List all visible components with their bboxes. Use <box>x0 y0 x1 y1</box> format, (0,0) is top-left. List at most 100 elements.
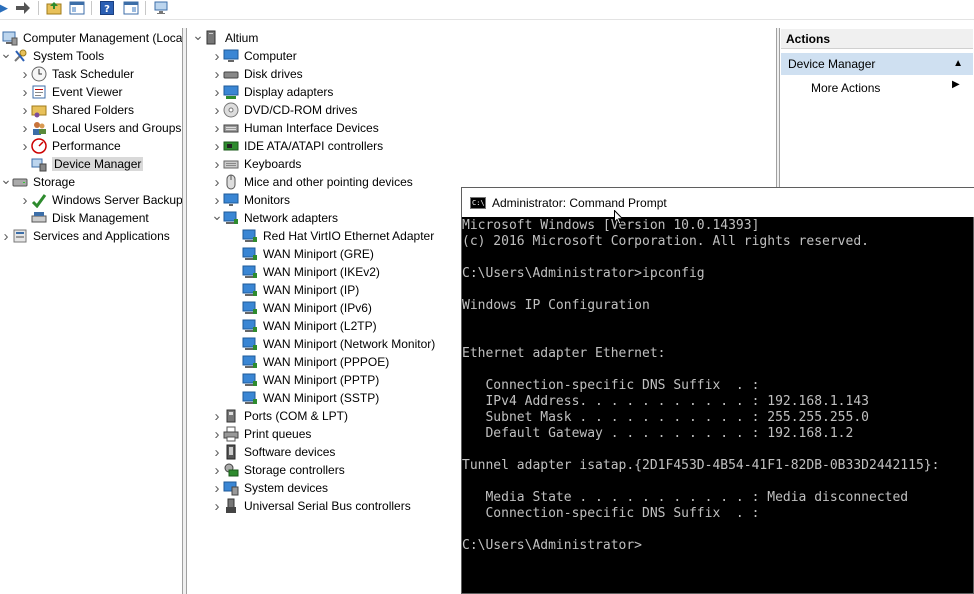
console-tree-item[interactable]: › Shared Folders <box>19 101 135 119</box>
device-category[interactable]: › Human Interface Devices <box>211 119 379 137</box>
more-actions-link[interactable]: More Actions <box>811 79 880 97</box>
device-category[interactable]: › Print queues <box>211 425 312 443</box>
cmd-output[interactable]: Microsoft Windows [Version 10.0.14393] (c… <box>462 217 974 594</box>
tree-item-label: DVD/CD-ROM drives <box>244 103 358 117</box>
network-adapter-icon <box>242 282 258 298</box>
console-tree-item[interactable]: › Services and Applications <box>0 227 170 245</box>
printer-icon <box>223 426 239 442</box>
device-category[interactable]: › IDE ATA/ATAPI controllers <box>211 137 384 155</box>
console-tree-item[interactable]: › Performance <box>19 137 121 155</box>
console-tree-item[interactable]: › Event Viewer <box>19 83 123 101</box>
console-tree-item[interactable]: › Local Users and Groups <box>19 119 182 137</box>
mouse-cursor-icon <box>614 210 624 225</box>
console-tree-item[interactable]: Disk Management <box>19 209 149 227</box>
svg-text:?: ? <box>104 4 110 15</box>
network-adapter-item[interactable]: WAN Miniport (Network Monitor) <box>230 335 435 353</box>
cmd-title-bar[interactable]: C:\ Administrator: Command Prompt <box>462 188 974 217</box>
network-adapter-item[interactable]: WAN Miniport (SSTP) <box>230 389 379 407</box>
tree-item-label: Storage <box>33 175 76 189</box>
device-tree-root[interactable]: ⌄ Altium <box>192 28 258 47</box>
device-category[interactable]: › Keyboards <box>211 155 302 173</box>
device-category[interactable]: › Storage controllers <box>211 461 345 479</box>
expand-chevron-right-icon[interactable]: › <box>211 102 223 119</box>
expand-chevron-right-icon[interactable]: › <box>211 444 223 461</box>
expand-chevron-right-icon[interactable]: › <box>19 102 31 119</box>
console-tree-item[interactable]: ⌄ System Tools <box>0 45 104 65</box>
device-category[interactable]: › Computer <box>211 47 297 65</box>
expand-chevron-right-icon[interactable]: › <box>211 498 223 515</box>
expand-chevron-right-icon[interactable]: › <box>211 462 223 479</box>
device-category[interactable]: › Mice and other pointing devices <box>211 173 413 191</box>
network-adapter-item[interactable]: WAN Miniport (L2TP) <box>230 317 377 335</box>
console-tree-item[interactable]: › Task Scheduler <box>19 65 135 83</box>
expand-chevron-right-icon[interactable]: › <box>19 138 31 155</box>
tree-item-label: Storage controllers <box>244 463 345 477</box>
tree-item-label: WAN Miniport (IP) <box>263 283 360 297</box>
back-arrow-icon[interactable]: ▶ <box>0 0 12 16</box>
console-tree-item[interactable]: Device Manager <box>19 155 144 173</box>
network-adapter-item[interactable]: WAN Miniport (IP) <box>230 281 359 299</box>
expand-chevron-right-icon[interactable]: › <box>19 120 31 137</box>
expand-chevron-down-icon[interactable]: ⌄ <box>0 45 12 62</box>
actions-section-device-manager[interactable]: Device Manager ▲ <box>781 53 973 75</box>
network-adapter-icon <box>242 300 258 316</box>
help-icon[interactable]: ? <box>98 0 116 16</box>
device-category[interactable]: › Universal Serial Bus controllers <box>211 497 411 515</box>
event-viewer-icon <box>31 84 47 100</box>
console-tree-item[interactable]: Computer Management (Local <box>0 29 182 47</box>
device-category[interactable]: › Ports (COM & LPT) <box>211 407 349 425</box>
tree-item-label: WAN Miniport (GRE) <box>263 247 374 261</box>
expand-chevron-right-icon[interactable]: › <box>211 426 223 443</box>
cmd-output-line: IPv4 Address. . . . . . . . . . . : 192.… <box>462 394 869 409</box>
expand-chevron-right-icon[interactable]: › <box>19 66 31 83</box>
device-category[interactable]: › Software devices <box>211 443 336 461</box>
command-prompt-window[interactable]: C:\ Administrator: Command Prompt Micros… <box>461 187 974 594</box>
expand-chevron-right-icon[interactable]: › <box>211 480 223 497</box>
console-tree-item[interactable]: › Windows Server Backup <box>19 191 183 209</box>
show-hide-tree-icon[interactable] <box>68 0 86 16</box>
up-folder-icon[interactable] <box>45 0 63 16</box>
network-adapter-item[interactable]: WAN Miniport (IPv6) <box>230 299 372 317</box>
expand-chevron-right-icon[interactable]: › <box>211 120 223 137</box>
expand-chevron-down-icon[interactable]: ⌄ <box>0 171 12 188</box>
network-adapter-item[interactable]: WAN Miniport (PPPOE) <box>230 353 389 371</box>
collapse-triangle-icon[interactable]: ▲ <box>953 53 963 75</box>
network-adapter-item[interactable]: Red Hat VirtIO Ethernet Adapter <box>230 227 434 245</box>
network-adapter-icon <box>242 318 258 334</box>
device-category[interactable]: › DVD/CD-ROM drives <box>211 101 358 119</box>
cmd-output-line: C:\Users\Administrator>ipconfig <box>462 266 705 281</box>
device-category[interactable]: › Display adapters <box>211 83 334 101</box>
cmd-output-line: Tunnel adapter isatap.{2D1F453D-4B54-41F… <box>462 458 940 473</box>
expand-chevron-down-icon[interactable]: ⌄ <box>192 28 204 44</box>
expand-chevron-right-icon[interactable]: › <box>19 192 31 209</box>
network-adapter-icon <box>242 246 258 262</box>
tree-item-label: Task Scheduler <box>52 67 135 81</box>
monitor-icon[interactable] <box>152 0 170 16</box>
device-category[interactable]: › System devices <box>211 479 329 497</box>
tree-item-label: Disk Management <box>52 211 149 225</box>
services-icon <box>12 228 28 244</box>
expand-chevron-right-icon[interactable]: › <box>211 48 223 65</box>
network-adapter-item[interactable]: WAN Miniport (GRE) <box>230 245 374 263</box>
expand-chevron-right-icon[interactable]: › <box>0 228 12 245</box>
network-adapter-item[interactable]: WAN Miniport (PPTP) <box>230 371 379 389</box>
properties-icon[interactable] <box>122 0 140 16</box>
console-tree-item[interactable]: ⌄ Storage <box>0 171 76 191</box>
network-adapter-item[interactable]: WAN Miniport (IKEv2) <box>230 263 380 281</box>
root-computer-icon <box>204 30 220 46</box>
keyboard-icon <box>223 156 239 172</box>
device-category[interactable]: › Disk drives <box>211 65 303 83</box>
expand-chevron-right-icon[interactable]: › <box>211 408 223 425</box>
computer-icon <box>223 48 239 64</box>
expand-chevron-right-icon[interactable]: › <box>211 156 223 173</box>
network-adapter-icon <box>242 264 258 280</box>
expand-chevron-right-icon[interactable]: › <box>211 174 223 191</box>
device-category[interactable]: ⌄ Network adapters <box>211 207 338 227</box>
expand-chevron-down-icon[interactable]: ⌄ <box>211 207 223 224</box>
forward-arrow-icon[interactable] <box>14 0 32 16</box>
clock-icon <box>31 66 47 82</box>
expand-chevron-right-icon[interactable]: › <box>211 84 223 101</box>
expand-chevron-right-icon[interactable]: › <box>211 66 223 83</box>
expand-chevron-right-icon[interactable]: › <box>211 138 223 155</box>
expand-chevron-right-icon[interactable]: › <box>19 84 31 101</box>
